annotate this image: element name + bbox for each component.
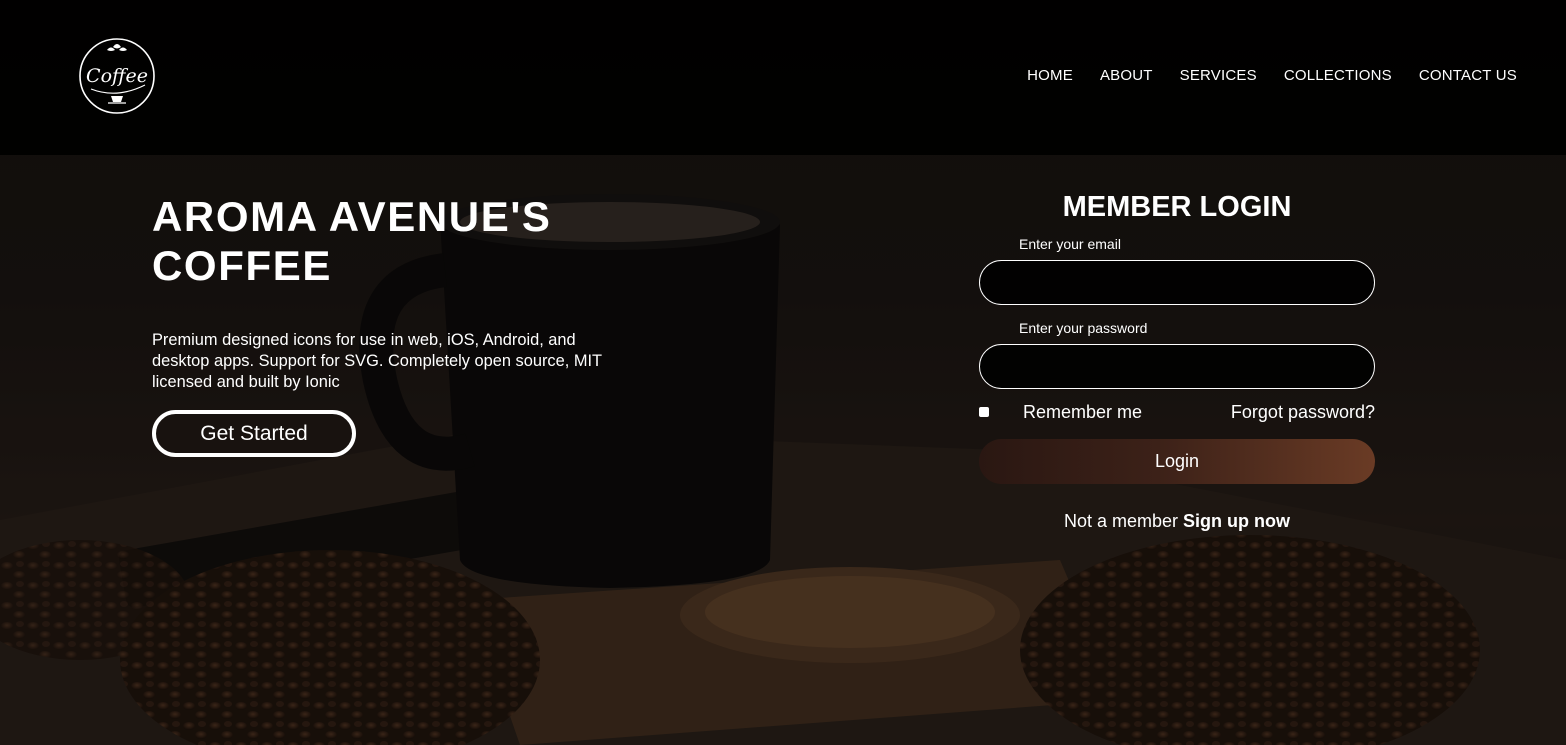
remember-me-checkbox[interactable] <box>979 407 989 417</box>
email-input[interactable] <box>979 260 1375 305</box>
landing-page: Coffee HOME ABOUT SERVICES COLLECTIONS C… <box>0 0 1566 745</box>
nav-collections-link[interactable]: COLLECTIONS <box>1284 67 1392 84</box>
member-login-form: MEMBER LOGIN Enter your email Enter your… <box>979 188 1375 532</box>
email-label: Enter your email <box>1019 236 1121 252</box>
svg-text:Coffee: Coffee <box>86 65 148 87</box>
nav-home-link[interactable]: HOME <box>1027 67 1073 84</box>
remember-me-label[interactable]: Remember me <box>1023 401 1142 423</box>
nav-about-link[interactable]: ABOUT <box>1100 67 1153 84</box>
sign-up-link[interactable]: Sign up now <box>1183 511 1290 531</box>
signup-prefix-text: Not a member <box>1063 511 1179 531</box>
signup-prompt: Not a member Sign up now <box>979 510 1375 532</box>
forgot-password-link[interactable]: Forgot password? <box>1231 401 1375 423</box>
login-options-row: Remember me Forgot password? <box>979 401 1375 425</box>
hero-description: Premium designed icons for use in web, i… <box>152 331 602 391</box>
coffee-logo[interactable]: Coffee <box>77 37 157 115</box>
password-label: Enter your password <box>1019 320 1148 336</box>
get-started-button[interactable]: Get Started <box>152 410 356 457</box>
main-nav: HOME ABOUT SERVICES COLLECTIONS CONTACT … <box>1027 67 1517 84</box>
nav-contact-link[interactable]: CONTACT US <box>1419 67 1517 84</box>
login-button[interactable]: Login <box>979 439 1375 484</box>
login-title: MEMBER LOGIN <box>1062 191 1292 223</box>
hero-title: AROMA AVENUE'S COFFEE <box>152 193 552 289</box>
hero-section: AROMA AVENUE'S COFFEE Premium designed i… <box>152 192 632 457</box>
nav-services-link[interactable]: SERVICES <box>1180 67 1257 84</box>
password-input[interactable] <box>979 344 1375 389</box>
top-navigation-bar: Coffee HOME ABOUT SERVICES COLLECTIONS C… <box>0 0 1566 155</box>
